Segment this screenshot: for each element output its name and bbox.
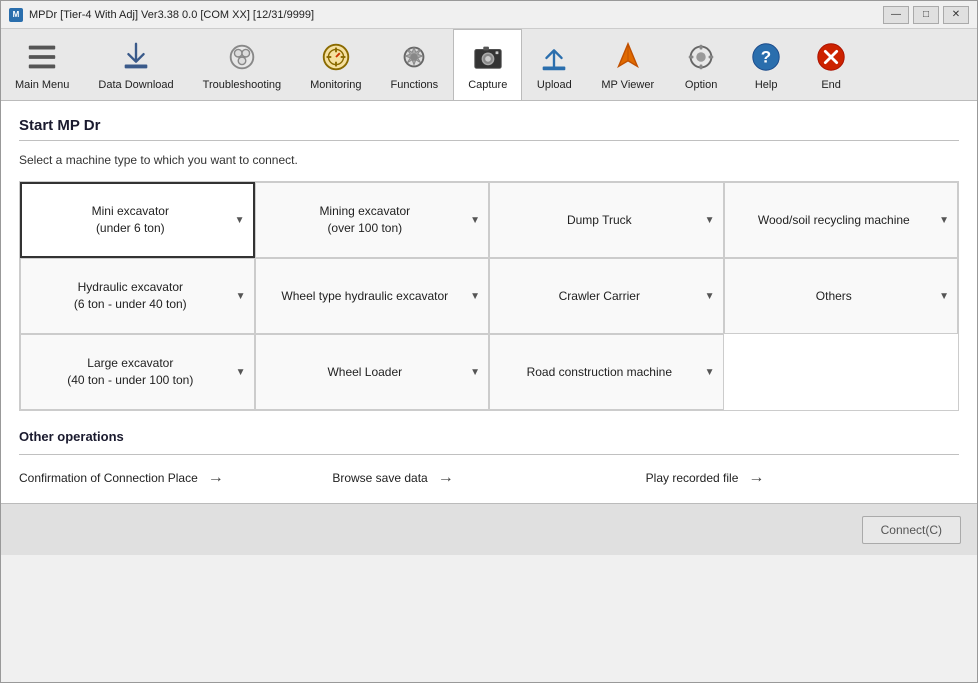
toolbar-data-download-label: Data Download bbox=[98, 79, 173, 91]
toolbar-troubleshooting-label: Troubleshooting bbox=[203, 79, 281, 91]
toolbar-upload[interactable]: Upload bbox=[522, 29, 587, 100]
other-ops-list: Confirmation of Connection Place → Brows… bbox=[19, 469, 959, 487]
machine-large-excavator-label: Large excavator(40 ton - under 100 ton) bbox=[29, 355, 232, 389]
data-download-icon bbox=[118, 39, 154, 75]
window-controls: — □ ✕ bbox=[883, 6, 969, 24]
toolbar-main-menu-label: Main Menu bbox=[15, 79, 69, 91]
wheel-hydraulic-arrow: ▼ bbox=[470, 291, 480, 302]
toolbar-help-label: Help bbox=[755, 79, 778, 91]
toolbar-capture[interactable]: Capture bbox=[453, 29, 522, 100]
machine-wheel-hydraulic[interactable]: Wheel type hydraulic excavator ▼ bbox=[255, 258, 490, 334]
other-ops-divider bbox=[19, 454, 959, 455]
op-browse-save[interactable]: Browse save data → bbox=[332, 469, 645, 487]
wood-soil-arrow: ▼ bbox=[939, 215, 949, 226]
machine-wheel-hydraulic-label: Wheel type hydraulic excavator bbox=[264, 288, 467, 305]
machine-dump-truck[interactable]: Dump Truck ▼ bbox=[489, 182, 724, 258]
toolbar-main-menu[interactable]: Main Menu bbox=[1, 29, 84, 100]
toolbar-upload-label: Upload bbox=[537, 79, 572, 91]
close-button[interactable]: ✕ bbox=[943, 6, 969, 24]
toolbar-end[interactable]: End bbox=[799, 29, 864, 100]
main-content: Start MP Dr Select a machine type to whi… bbox=[1, 101, 977, 503]
mining-excavator-arrow: ▼ bbox=[470, 215, 480, 226]
op-play-arrow: → bbox=[748, 469, 764, 487]
title-divider bbox=[19, 140, 959, 141]
machine-mining-excavator[interactable]: Mining excavator(over 100 ton) ▼ bbox=[255, 182, 490, 258]
others-arrow: ▼ bbox=[939, 291, 949, 302]
hydraulic-excavator-arrow: ▼ bbox=[236, 291, 246, 302]
machine-hydraulic-excavator-label: Hydraulic excavator(6 ton - under 40 ton… bbox=[29, 279, 232, 313]
window-title: MPDr [Tier-4 With Adj] Ver3.38 0.0 [COM … bbox=[29, 9, 883, 21]
toolbar-troubleshooting[interactable]: Troubleshooting bbox=[189, 29, 296, 100]
section-title: Start MP Dr bbox=[19, 117, 959, 134]
other-ops-title: Other operations bbox=[19, 429, 959, 444]
op-confirm-arrow: → bbox=[208, 469, 224, 487]
machine-wood-soil-label: Wood/soil recycling machine bbox=[733, 212, 936, 229]
title-bar: M MPDr [Tier-4 With Adj] Ver3.38 0.0 [CO… bbox=[1, 1, 977, 29]
toolbar-monitoring-label: Monitoring bbox=[310, 79, 361, 91]
main-menu-icon bbox=[24, 39, 60, 75]
road-construction-arrow: ▼ bbox=[705, 367, 715, 378]
mp-viewer-icon bbox=[610, 39, 646, 75]
machine-road-construction[interactable]: Road construction machine ▼ bbox=[489, 334, 724, 410]
machine-crawler-carrier[interactable]: Crawler Carrier ▼ bbox=[489, 258, 724, 334]
toolbar-functions[interactable]: Functions bbox=[376, 29, 453, 100]
minimize-button[interactable]: — bbox=[883, 6, 909, 24]
machine-road-construction-label: Road construction machine bbox=[498, 364, 701, 381]
toolbar-option[interactable]: Option bbox=[669, 29, 734, 100]
other-ops-section: Other operations Confirmation of Connect… bbox=[19, 429, 959, 487]
functions-icon bbox=[396, 39, 432, 75]
toolbar-functions-label: Functions bbox=[390, 79, 438, 91]
upload-icon bbox=[536, 39, 572, 75]
machine-wood-soil[interactable]: Wood/soil recycling machine ▼ bbox=[724, 182, 959, 258]
op-play-recorded[interactable]: Play recorded file → bbox=[646, 469, 959, 487]
dump-truck-arrow: ▼ bbox=[705, 215, 715, 226]
machine-mining-excavator-label: Mining excavator(over 100 ton) bbox=[264, 203, 467, 237]
help-icon: ? bbox=[748, 39, 784, 75]
maximize-button[interactable]: □ bbox=[913, 6, 939, 24]
end-icon bbox=[813, 39, 849, 75]
toolbar-help[interactable]: ? Help bbox=[734, 29, 799, 100]
instruction-text: Select a machine type to which you want … bbox=[19, 153, 959, 167]
machine-dump-truck-label: Dump Truck bbox=[498, 212, 701, 229]
op-browse-arrow: → bbox=[438, 469, 454, 487]
machine-others-label: Others bbox=[733, 288, 936, 305]
toolbar: Main Menu Data Download Troubleshooting bbox=[1, 29, 977, 101]
toolbar-mp-viewer[interactable]: MP Viewer bbox=[587, 29, 669, 100]
machine-wheel-loader[interactable]: Wheel Loader ▼ bbox=[255, 334, 490, 410]
op-play-recorded-label: Play recorded file bbox=[646, 471, 739, 485]
machine-empty bbox=[724, 334, 959, 410]
crawler-carrier-arrow: ▼ bbox=[705, 291, 715, 302]
op-browse-save-label: Browse save data bbox=[332, 471, 427, 485]
large-excavator-arrow: ▼ bbox=[236, 367, 246, 378]
machine-crawler-carrier-label: Crawler Carrier bbox=[498, 288, 701, 305]
mini-excavator-arrow: ▼ bbox=[235, 215, 245, 226]
wheel-loader-arrow: ▼ bbox=[470, 367, 480, 378]
capture-icon bbox=[470, 39, 506, 75]
toolbar-end-label: End bbox=[821, 79, 841, 91]
option-icon bbox=[683, 39, 719, 75]
machine-mini-excavator-label: Mini excavator(under 6 ton) bbox=[30, 203, 231, 237]
toolbar-monitoring[interactable]: Monitoring bbox=[296, 29, 376, 100]
machine-grid: Mini excavator(under 6 ton) ▼ Mining exc… bbox=[19, 181, 959, 411]
toolbar-data-download[interactable]: Data Download bbox=[84, 29, 188, 100]
bottom-bar: Connect(C) bbox=[1, 503, 977, 555]
op-confirm-connection-label: Confirmation of Connection Place bbox=[19, 471, 198, 485]
machine-wheel-loader-label: Wheel Loader bbox=[264, 364, 467, 381]
toolbar-capture-label: Capture bbox=[468, 79, 507, 91]
machine-large-excavator[interactable]: Large excavator(40 ton - under 100 ton) … bbox=[20, 334, 255, 410]
app-icon: M bbox=[9, 8, 23, 22]
machine-others[interactable]: Others ▼ bbox=[724, 258, 959, 334]
machine-hydraulic-excavator[interactable]: Hydraulic excavator(6 ton - under 40 ton… bbox=[20, 258, 255, 334]
connect-button[interactable]: Connect(C) bbox=[862, 516, 961, 544]
svg-text:?: ? bbox=[761, 47, 771, 66]
troubleshooting-icon bbox=[224, 39, 260, 75]
machine-mini-excavator[interactable]: Mini excavator(under 6 ton) ▼ bbox=[20, 182, 255, 258]
op-confirm-connection[interactable]: Confirmation of Connection Place → bbox=[19, 469, 332, 487]
monitoring-icon bbox=[318, 39, 354, 75]
toolbar-option-label: Option bbox=[685, 79, 717, 91]
toolbar-mp-viewer-label: MP Viewer bbox=[601, 79, 654, 91]
